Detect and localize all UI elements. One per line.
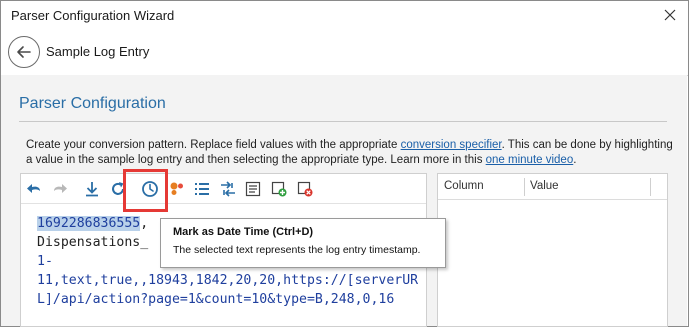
one-minute-video-link[interactable]: one minute video — [486, 154, 574, 166]
tooltip: Mark as Date Time (Ctrl+D) The selected … — [160, 218, 446, 268]
editor-toolbar — [21, 174, 426, 204]
tooltip-body: The selected text represents the log ent… — [173, 244, 421, 256]
list-button[interactable] — [192, 179, 212, 199]
column-separator[interactable] — [650, 178, 651, 196]
page-title: Sample Log Entry — [46, 44, 150, 59]
window-title: Parser Configuration Wizard — [11, 8, 175, 23]
log-line: Dispensations_ — [37, 235, 149, 250]
grid-header: Column Value — [438, 174, 667, 200]
list-icon — [195, 183, 209, 195]
remove-field-button[interactable] — [295, 179, 315, 199]
section-title: Parser Configuration — [19, 95, 166, 112]
conversion-specifier-link[interactable]: conversion specifier — [401, 139, 502, 151]
tooltip-title: Mark as Date Time (Ctrl+D) — [173, 226, 314, 238]
log-line: 1- — [37, 254, 53, 269]
column-header-column[interactable]: Column — [444, 180, 484, 192]
download-icon — [86, 182, 98, 197]
document-button[interactable] — [243, 179, 263, 199]
add-field-icon — [271, 181, 287, 197]
close-icon — [664, 9, 676, 21]
remove-field-icon — [297, 181, 313, 197]
column-header-value[interactable]: Value — [530, 180, 559, 192]
close-button[interactable] — [660, 5, 680, 25]
selected-timestamp[interactable]: 1692286836555 — [37, 216, 141, 231]
redo-button[interactable] — [50, 179, 70, 199]
redo-icon — [54, 184, 67, 193]
mark-field-button[interactable] — [167, 179, 187, 199]
document-icon — [245, 181, 261, 197]
add-field-button[interactable] — [269, 179, 289, 199]
undo-button[interactable] — [24, 179, 44, 199]
undo-icon — [27, 184, 40, 193]
download-button[interactable] — [82, 179, 102, 199]
log-line: L]/api/action?page=1&count=10&type=B — [37, 292, 323, 307]
nav-bar: Sample Log Entry — [1, 31, 688, 75]
highlight-annotation — [123, 169, 168, 212]
arrow-left-icon — [17, 46, 31, 58]
column-value-grid: Column Value — [437, 173, 668, 327]
split-icon — [221, 181, 235, 197]
column-separator[interactable] — [524, 178, 525, 196]
log-line: 11,text,true,,18943,1842,20,20,https://[… — [37, 273, 419, 288]
dots-icon — [170, 182, 183, 195]
section-divider — [19, 121, 667, 122]
split-button[interactable] — [218, 179, 238, 199]
back-button[interactable] — [8, 36, 40, 68]
instructions-text: Create your conversion pattern. Replace … — [26, 139, 673, 166]
title-bar: Parser Configuration Wizard — [1, 1, 688, 31]
